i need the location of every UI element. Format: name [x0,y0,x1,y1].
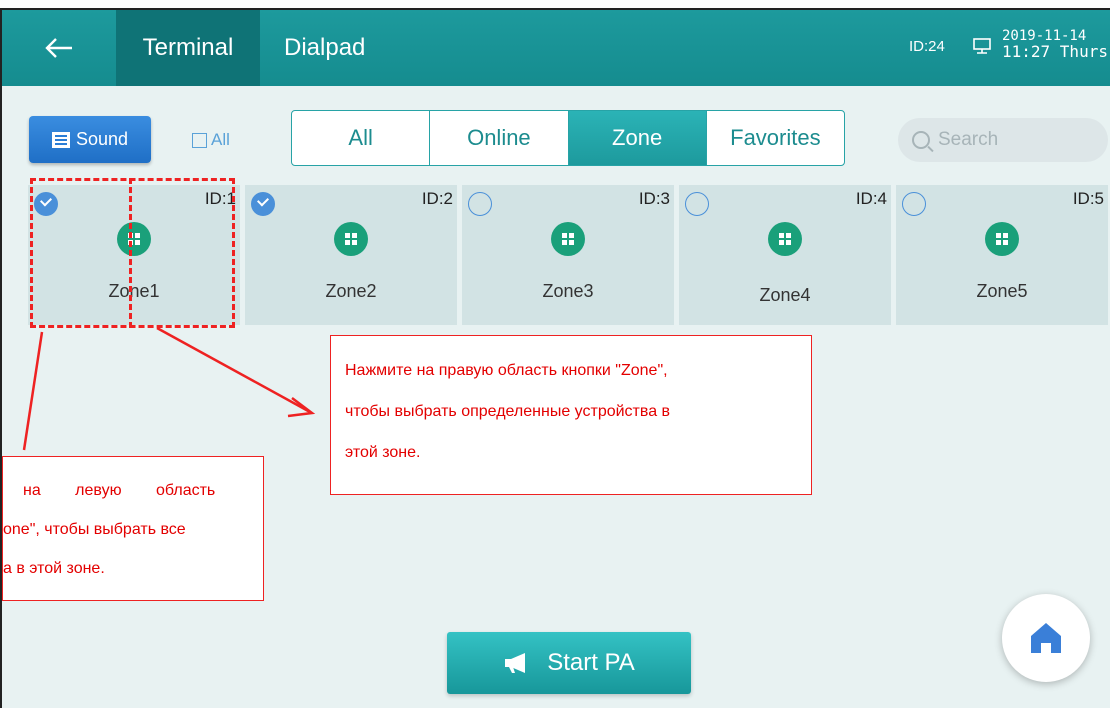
callout-left-line-1: на левую область [23,482,216,499]
callout-right-line-1: Нажмите на правую область кнопки "Zone", [345,362,668,379]
callout-left-line-2: one", чтобы выбрать все [3,521,186,538]
callout-right-line-2: чтобы выбрать определенные устройства в [345,403,671,420]
start-pa-label: Start PA [547,649,635,676]
callout-left-line-3: а в этой зоне. [3,560,105,577]
home-icon [1031,623,1061,653]
megaphone-icon [505,653,526,673]
app-window: Terminal Dialpad ID:24 2019-11-14 11:27 … [0,8,1110,708]
start-pa-button[interactable]: Start PA [447,632,691,694]
callout-right-area: Нажмите на правую область кнопки "Zone",… [330,335,812,495]
callout-left-area: на левую область one", чтобы выбрать все… [2,456,264,601]
callout-right-line-3: этой зоне. [345,444,421,461]
home-button[interactable] [1002,594,1090,682]
